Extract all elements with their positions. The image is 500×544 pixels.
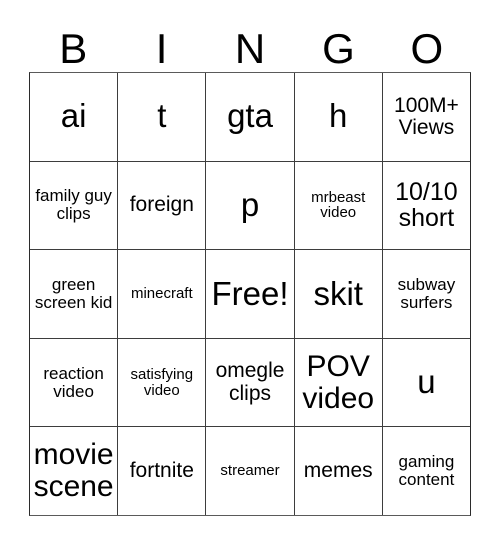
bingo-cell-o5[interactable]: gaming content <box>381 427 470 515</box>
header-letter-text: B <box>59 25 88 72</box>
bingo-row: ai t gta h 100M+ Views <box>30 73 470 161</box>
bingo-cell-n4[interactable]: omegle clips <box>205 338 293 427</box>
bingo-cell-i3[interactable]: minecraft <box>117 250 205 338</box>
bingo-cell-b2[interactable]: family guy clips <box>30 162 117 250</box>
bingo-cell-label: streamer <box>220 462 280 480</box>
bingo-cell-label: fortnite <box>129 459 194 483</box>
bingo-cell-label: minecraft <box>130 285 193 303</box>
bingo-cell-o3[interactable]: subway surfers <box>381 250 470 338</box>
bingo-header-row: B I N G O <box>29 14 471 72</box>
bingo-cell-label: ai <box>60 97 87 135</box>
bingo-cell-g1[interactable]: h <box>293 73 382 161</box>
bingo-cell-label: subway surfers <box>397 274 456 312</box>
bingo-cell-b1[interactable]: ai <box>30 73 117 161</box>
bingo-cell-o2[interactable]: 10/10 short <box>381 161 470 250</box>
bingo-header-letter-g: G <box>294 14 382 72</box>
bingo-row: green screen kid minecraft Free! skit su… <box>30 249 470 338</box>
header-letter-text: G <box>322 25 355 72</box>
bingo-cell-n5[interactable]: streamer <box>205 427 293 515</box>
bingo-cell-b3[interactable]: green screen kid <box>30 250 117 338</box>
bingo-cell-o4[interactable]: u <box>381 338 470 427</box>
bingo-cell-b5[interactable]: movie scene <box>30 427 117 515</box>
bingo-cell-n2[interactable]: p <box>205 161 293 250</box>
bingo-cell-label: green screen kid <box>34 274 113 312</box>
bingo-header-letter-o: O <box>383 14 471 72</box>
bingo-cell-label: omegle clips <box>215 359 285 405</box>
bingo-grid: ai t gta h 100M+ Views family guy clips … <box>29 72 471 516</box>
bingo-cell-label: gaming content <box>398 452 455 490</box>
bingo-row: reaction video satisfying video omegle c… <box>30 337 470 427</box>
bingo-header-letter-i: I <box>117 14 205 72</box>
bingo-cell-free-space[interactable]: Free! <box>205 250 293 338</box>
bingo-cell-g2[interactable]: mrbeast video <box>293 161 382 250</box>
bingo-cell-label: foreign <box>129 193 194 217</box>
bingo-cell-label: movie scene <box>33 438 114 504</box>
bingo-cell-label: h <box>329 97 348 135</box>
bingo-cell-label: gta <box>227 97 273 135</box>
bingo-cell-label: 10/10 short <box>395 177 458 233</box>
bingo-cell-n1[interactable]: gta <box>205 73 293 161</box>
bingo-cell-g3[interactable]: skit <box>293 250 382 338</box>
header-letter-text: N <box>234 25 266 72</box>
bingo-cell-label: skit <box>313 274 363 312</box>
bingo-cell-label: reaction video <box>43 363 104 401</box>
bingo-cell-label: Free! <box>211 274 289 312</box>
bingo-cell-label: 100M+ Views <box>394 93 459 139</box>
bingo-cell-i4[interactable]: satisfying video <box>117 338 205 427</box>
bingo-cell-i1[interactable]: t <box>117 73 205 161</box>
bingo-row: family guy clips foreign p mrbeast video… <box>30 160 470 250</box>
bingo-cell-label: satisfying video <box>130 365 194 399</box>
bingo-cell-label: p <box>240 185 260 223</box>
bingo-cell-g4[interactable]: POV video <box>293 338 382 427</box>
bingo-cell-label: mrbeast video <box>311 188 366 222</box>
bingo-header-letter-n: N <box>206 14 294 72</box>
bingo-row: movie scene fortnite streamer memes gami… <box>30 426 470 515</box>
bingo-cell-label: POV video <box>302 349 375 415</box>
bingo-cell-label: memes <box>303 459 373 483</box>
header-letter-text: I <box>155 25 168 72</box>
bingo-cell-i2[interactable]: foreign <box>117 161 205 250</box>
bingo-cell-label: u <box>417 363 436 401</box>
header-letter-text: O <box>410 25 444 72</box>
bingo-cell-g5[interactable]: memes <box>293 427 382 515</box>
bingo-cell-i5[interactable]: fortnite <box>117 427 205 515</box>
bingo-cell-o1[interactable]: 100M+ Views <box>381 73 470 161</box>
bingo-cell-label: family guy clips <box>35 186 112 224</box>
bingo-card: B I N G O ai t gta h 100M+ Views family … <box>0 0 500 544</box>
bingo-cell-b4[interactable]: reaction video <box>30 339 117 427</box>
bingo-cell-label: t <box>157 97 167 135</box>
bingo-header-letter-b: B <box>29 14 117 72</box>
